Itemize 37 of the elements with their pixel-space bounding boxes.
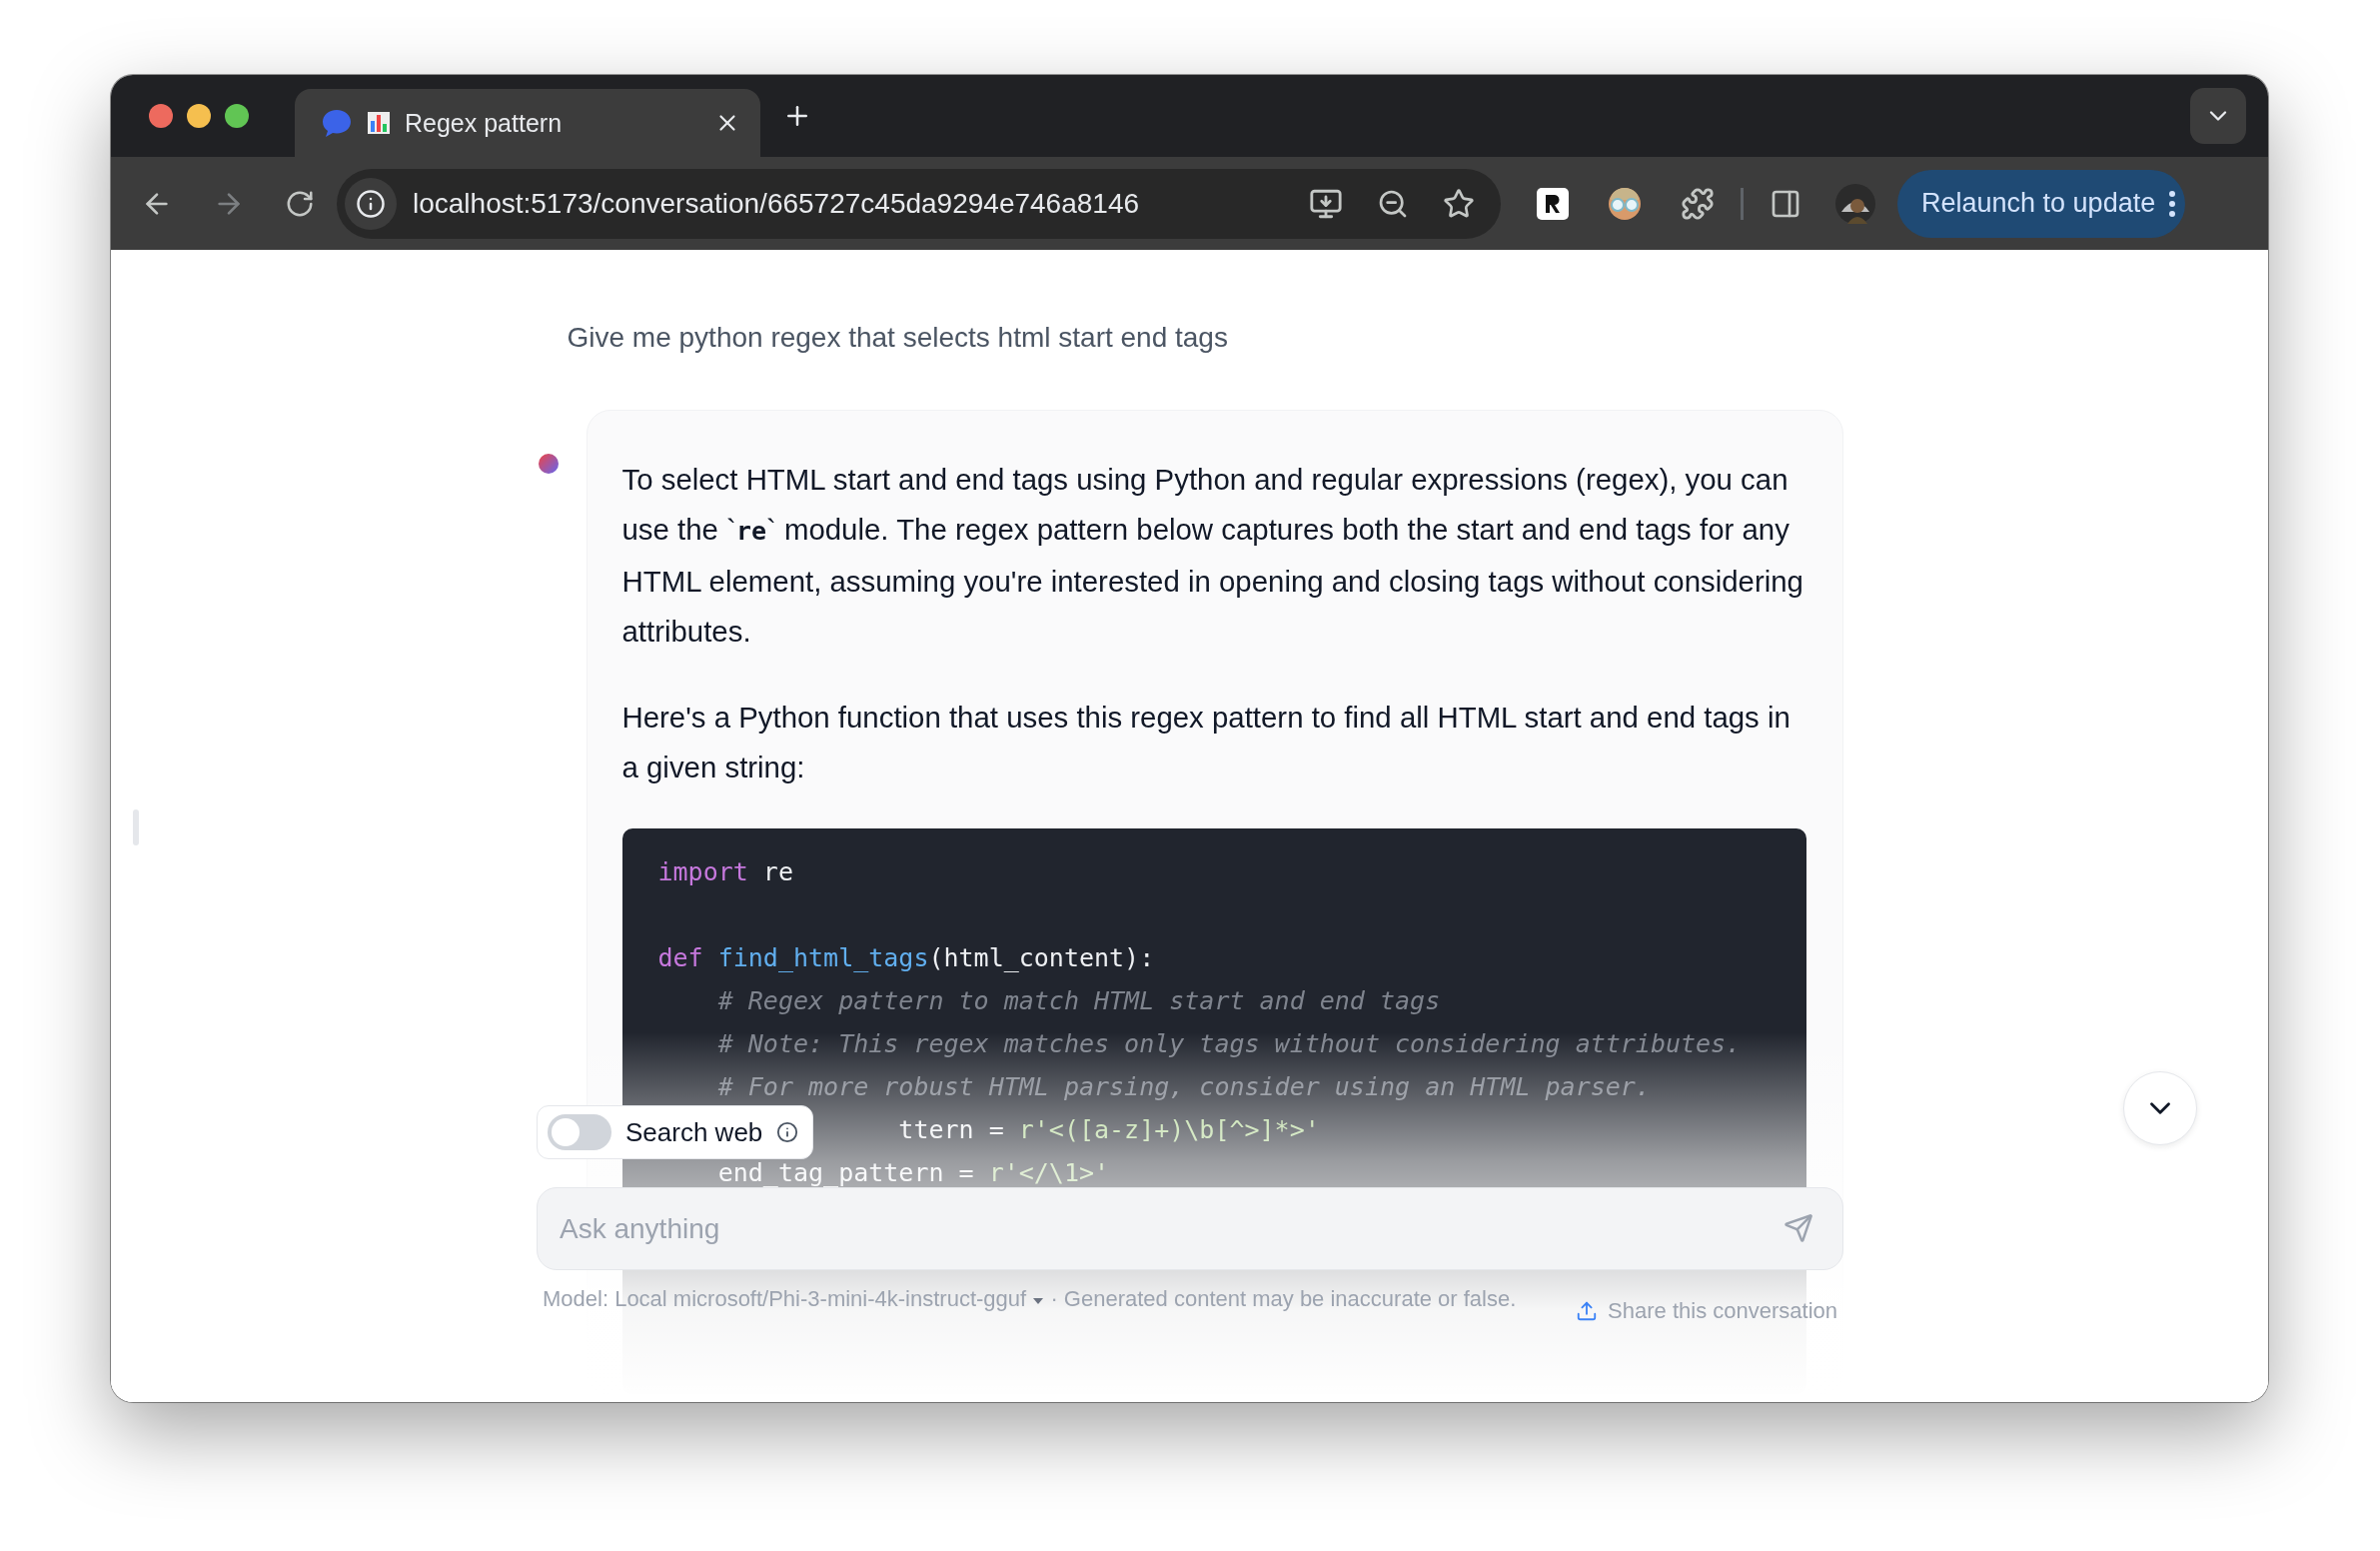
tab-title: Regex pattern bbox=[405, 108, 564, 138]
code-line: import re bbox=[657, 856, 793, 888]
assistant-avatar bbox=[538, 454, 559, 474]
disclaimer-text: · Generated content may be inaccurate or false. bbox=[1050, 1286, 1517, 1311]
extension-icon[interactable] bbox=[1537, 187, 1569, 220]
message-input[interactable]: Ask anything bbox=[537, 1187, 1843, 1270]
more-icon bbox=[2169, 190, 2176, 217]
bar-chart-icon bbox=[367, 111, 391, 135]
share-icon bbox=[1576, 1300, 1599, 1322]
code-line: end_tag_pattern = r'</\1>' bbox=[717, 1157, 1110, 1189]
info-icon[interactable] bbox=[345, 177, 397, 230]
address-bar[interactable]: localhost:5173/conversation/665727c45da9294e746a8146 bbox=[337, 168, 1501, 239]
code-line: # Regex pattern to match HTML start and end tags bbox=[717, 985, 1441, 1017]
code-line: # Note: This regex matches only tags without considering attributes. bbox=[717, 1028, 1742, 1060]
caret-icon[interactable] bbox=[1032, 1296, 1045, 1306]
profile-avatar[interactable] bbox=[1835, 183, 1875, 224]
message-paragraph: Here's a Python function that uses this regex pattern to find all HTML start and end tags in a given string: bbox=[621, 700, 1791, 785]
close-window-button[interactable] bbox=[149, 104, 173, 128]
puzzle-icon[interactable] bbox=[1681, 186, 1715, 221]
minimize-window-button[interactable] bbox=[187, 104, 211, 128]
zoom-window-button[interactable] bbox=[225, 104, 249, 128]
url-text: localhost:5173/conversation/665727c45da9294e746a8146 bbox=[413, 187, 1141, 220]
code-line: ttern = r'<([a-z]+)\b[^>]*>' bbox=[898, 1114, 1320, 1146]
send-glyph bbox=[1784, 1213, 1813, 1243]
code-line: # For more robust HTML parsing, consider using an HTML parser. bbox=[717, 1071, 1651, 1103]
user-message: Give me python regex that selects html start end tags bbox=[567, 321, 1229, 355]
resize-handle[interactable] bbox=[133, 809, 139, 845]
chat-bubble-icon bbox=[321, 108, 353, 138]
browser-tab[interactable]: Regex pattern bbox=[295, 89, 760, 157]
message-paragraph: To select HTML start and end tags using Python and regular expressions (regex), you can use the `re` module. The regex pattern below captures both the start and end tags for any HTML element, assuming you're interested in opening and closing tags without considering attributes. bbox=[621, 462, 1804, 650]
relaunch-button[interactable]: Relaunch to update bbox=[1897, 169, 2186, 238]
search-web-label: Search web bbox=[625, 1116, 763, 1148]
search-web-toggle[interactable] bbox=[548, 1114, 611, 1150]
info-icon[interactable] bbox=[776, 1121, 799, 1143]
extension-icon[interactable] bbox=[1607, 185, 1643, 222]
code-line: def find_html_tags(html_content): bbox=[657, 942, 1155, 974]
star-icon[interactable] bbox=[1443, 187, 1475, 220]
